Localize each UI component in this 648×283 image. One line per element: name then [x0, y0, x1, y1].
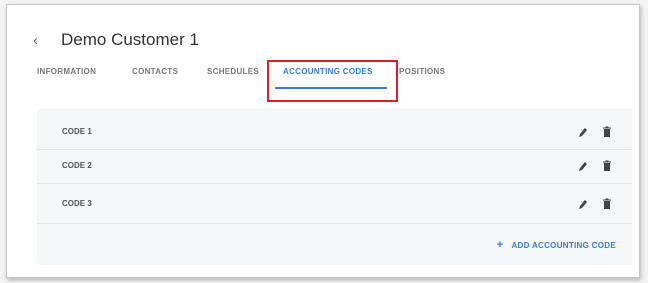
pencil-icon[interactable]	[578, 125, 588, 137]
row-divider	[37, 183, 632, 184]
code-label: CODE 2	[62, 160, 92, 170]
list-item: CODE 1	[37, 113, 632, 149]
plus-icon: +	[496, 239, 504, 251]
pencil-icon[interactable]	[578, 159, 588, 171]
code-label: CODE 3	[62, 198, 92, 208]
tab-positions[interactable]: POSITIONS	[399, 67, 445, 76]
tab-schedules[interactable]: SCHEDULES	[207, 67, 259, 76]
page-header: ‹ Demo Customer 1	[33, 25, 199, 55]
tab-information[interactable]: INFORMATION	[37, 67, 96, 76]
accounting-codes-panel: CODE 1 CODE 2 CODE 3 + ADD ACCOUNTING CO…	[37, 109, 632, 265]
add-accounting-code-button[interactable]: + ADD ACCOUNTING CODE	[497, 239, 616, 251]
customer-window: ‹ Demo Customer 1 INFORMATION CONTACTS S…	[6, 4, 640, 278]
add-accounting-code-label: ADD ACCOUNTING CODE	[511, 240, 616, 250]
highlight-annotation-box	[267, 60, 398, 102]
code-label: CODE 1	[62, 126, 92, 136]
list-item: CODE 2	[37, 147, 632, 183]
list-item: CODE 3	[37, 185, 632, 221]
page-title: Demo Customer 1	[61, 30, 199, 49]
row-divider	[37, 223, 632, 224]
pencil-icon[interactable]	[578, 197, 588, 209]
tab-contacts[interactable]: CONTACTS	[132, 67, 178, 76]
trash-icon[interactable]	[602, 197, 612, 209]
trash-icon[interactable]	[602, 125, 612, 137]
chevron-left-icon[interactable]: ‹	[33, 32, 49, 49]
trash-icon[interactable]	[602, 159, 612, 171]
